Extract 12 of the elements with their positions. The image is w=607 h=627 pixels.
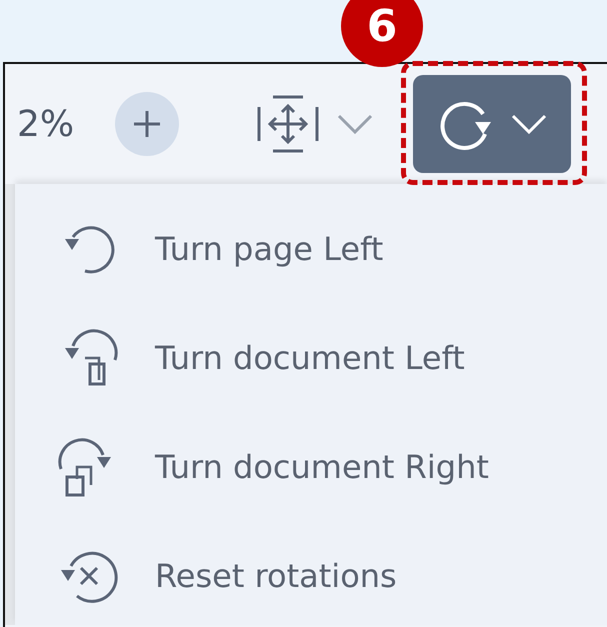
chevron-down-icon — [511, 113, 547, 135]
menu-item[interactable]: Reset rotations — [15, 521, 607, 627]
chevron-down-icon — [337, 113, 373, 135]
menu-item[interactable]: Turn document Left — [15, 303, 607, 412]
fit-page-button[interactable] — [257, 95, 373, 153]
zoom-level: 2% — [17, 104, 76, 144]
plus-icon — [132, 109, 162, 139]
step-badge: 6 — [341, 0, 423, 67]
fit-arrows-icon — [257, 95, 319, 153]
rotate-button[interactable] — [413, 75, 571, 173]
menu-item[interactable]: Turn document Right — [15, 412, 607, 521]
menu-item[interactable]: Turn page Left — [15, 194, 607, 303]
